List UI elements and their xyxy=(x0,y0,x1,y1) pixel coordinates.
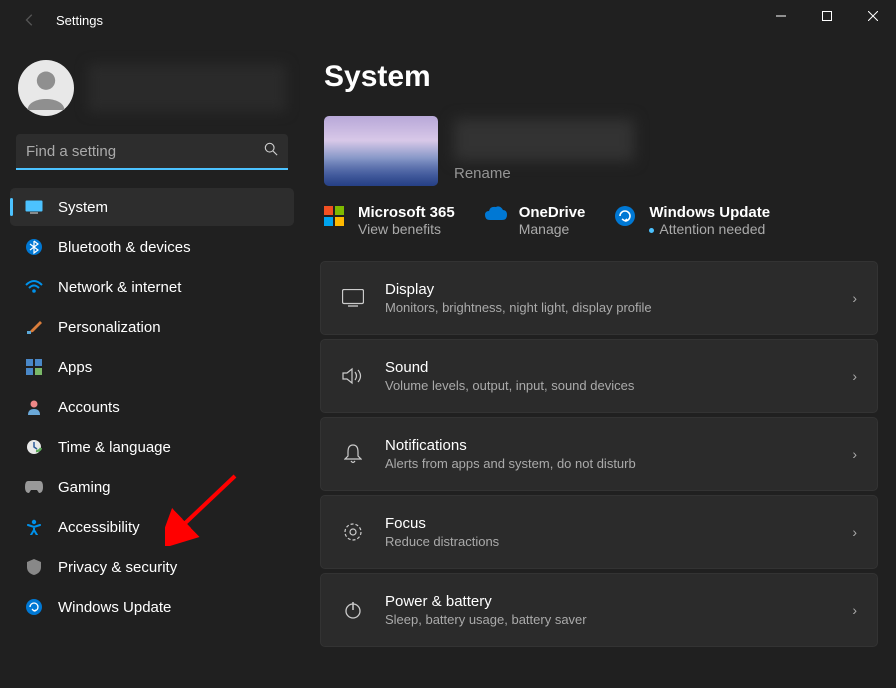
chevron-right-icon: › xyxy=(852,602,857,618)
nav-label: Network & internet xyxy=(58,279,181,296)
nav-label: Windows Update xyxy=(58,599,171,616)
settings-list: Display Monitors, brightness, night ligh… xyxy=(320,261,878,647)
nav-label: Accessibility xyxy=(58,519,140,536)
page-title: System xyxy=(324,60,878,94)
sidebar-item-system[interactable]: System xyxy=(10,188,294,226)
setting-sub: Alerts from apps and system, do not dist… xyxy=(385,456,852,471)
user-block[interactable] xyxy=(10,50,294,134)
m365-icon xyxy=(324,206,346,228)
setting-sub: Monitors, brightness, night light, displ… xyxy=(385,300,852,315)
setting-sound[interactable]: Sound Volume levels, output, input, soun… xyxy=(320,339,878,413)
titlebar: Settings xyxy=(0,0,896,40)
apps-icon xyxy=(24,357,44,377)
setting-sub: Reduce distractions xyxy=(385,534,852,549)
sidebar-item-update[interactable]: Windows Update xyxy=(10,588,294,626)
accessibility-icon xyxy=(24,517,44,537)
service-title: OneDrive xyxy=(519,204,586,221)
sound-icon xyxy=(341,364,365,388)
nav-label: Privacy & security xyxy=(58,559,177,576)
nav-label: Bluetooth & devices xyxy=(58,239,191,256)
setting-title: Notifications xyxy=(385,437,852,454)
sidebar-item-time[interactable]: Time & language xyxy=(10,428,294,466)
device-wallpaper-thumb[interactable] xyxy=(324,116,438,186)
nav-label: Gaming xyxy=(58,479,111,496)
user-name-redacted xyxy=(88,64,286,112)
chevron-right-icon: › xyxy=(852,524,857,540)
sidebar-item-bluetooth[interactable]: Bluetooth & devices xyxy=(10,228,294,266)
chevron-right-icon: › xyxy=(852,290,857,306)
sidebar-item-gaming[interactable]: Gaming xyxy=(10,468,294,506)
system-icon xyxy=(24,197,44,217)
service-title: Windows Update xyxy=(649,204,770,221)
window-title: Settings xyxy=(56,13,103,28)
setting-title: Power & battery xyxy=(385,593,852,610)
setting-sub: Volume levels, output, input, sound devi… xyxy=(385,378,852,393)
sidebar-item-personalization[interactable]: Personalization xyxy=(10,308,294,346)
windows-update-icon xyxy=(615,206,637,228)
bell-icon xyxy=(341,442,365,466)
main-content: System Rename Microsoft 365 View benefit… xyxy=(310,40,896,688)
display-icon xyxy=(341,286,365,310)
nav-label: Personalization xyxy=(58,319,161,336)
gaming-icon xyxy=(24,477,44,497)
back-button[interactable] xyxy=(10,0,50,40)
sidebar-item-network[interactable]: Network & internet xyxy=(10,268,294,306)
nav-list: System Bluetooth & devices Network & int… xyxy=(10,188,294,626)
sidebar-item-accessibility[interactable]: Accessibility xyxy=(10,508,294,546)
shield-icon xyxy=(24,557,44,577)
avatar xyxy=(18,60,74,116)
nav-label: System xyxy=(58,199,108,216)
bluetooth-icon xyxy=(24,237,44,257)
nav-label: Time & language xyxy=(58,439,171,456)
nav-label: Accounts xyxy=(58,399,120,416)
setting-sub: Sleep, battery usage, battery saver xyxy=(385,612,852,627)
accounts-icon xyxy=(24,397,44,417)
onedrive-icon xyxy=(485,206,507,228)
power-icon xyxy=(341,598,365,622)
close-button[interactable] xyxy=(850,0,896,32)
maximize-button[interactable] xyxy=(804,0,850,32)
setting-power[interactable]: Power & battery Sleep, battery usage, ba… xyxy=(320,573,878,647)
search-input[interactable] xyxy=(26,143,264,160)
clock-icon xyxy=(24,437,44,457)
rename-link[interactable]: Rename xyxy=(454,165,511,182)
sidebar-item-accounts[interactable]: Accounts xyxy=(10,388,294,426)
setting-display[interactable]: Display Monitors, brightness, night ligh… xyxy=(320,261,878,335)
setting-focus[interactable]: Focus Reduce distractions › xyxy=(320,495,878,569)
nav-label: Apps xyxy=(58,359,92,376)
service-onedrive[interactable]: OneDrive Manage xyxy=(485,204,586,237)
device-block: Rename xyxy=(324,116,878,186)
brush-icon xyxy=(24,317,44,337)
chevron-right-icon: › xyxy=(852,446,857,462)
setting-notifications[interactable]: Notifications Alerts from apps and syste… xyxy=(320,417,878,491)
sidebar-item-privacy[interactable]: Privacy & security xyxy=(10,548,294,586)
setting-title: Focus xyxy=(385,515,852,532)
service-title: Microsoft 365 xyxy=(358,204,455,221)
wifi-icon xyxy=(24,277,44,297)
service-windows-update[interactable]: Windows Update Attention needed xyxy=(615,204,770,237)
setting-title: Sound xyxy=(385,359,852,376)
sidebar: System Bluetooth & devices Network & int… xyxy=(0,40,310,688)
minimize-button[interactable] xyxy=(758,0,804,32)
services-row: Microsoft 365 View benefits OneDrive Man… xyxy=(324,204,878,237)
chevron-right-icon: › xyxy=(852,368,857,384)
focus-icon xyxy=(341,520,365,544)
search-icon xyxy=(264,142,278,161)
update-icon xyxy=(24,597,44,617)
service-m365[interactable]: Microsoft 365 View benefits xyxy=(324,204,455,237)
device-name-redacted xyxy=(454,119,634,161)
service-sub: View benefits xyxy=(358,221,455,237)
service-sub: Attention needed xyxy=(649,221,770,237)
setting-title: Display xyxy=(385,281,852,298)
service-sub: Manage xyxy=(519,221,586,237)
sidebar-item-apps[interactable]: Apps xyxy=(10,348,294,386)
search-box[interactable] xyxy=(16,134,288,170)
